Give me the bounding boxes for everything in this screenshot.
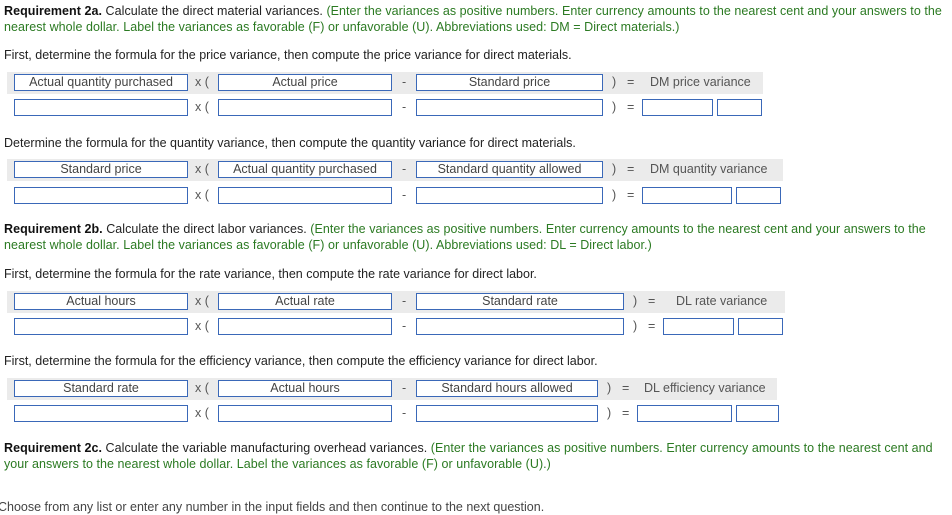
equals-sign: = bbox=[627, 100, 635, 114]
quantity-input-2[interactable] bbox=[218, 187, 392, 204]
minus-sign: - bbox=[402, 162, 407, 176]
times-open-paren: x ( bbox=[195, 162, 209, 176]
rate-variance-instruction: First, determine the formula for the rat… bbox=[4, 267, 537, 281]
times-open-paren: x ( bbox=[195, 75, 209, 89]
rate-input-2[interactable] bbox=[218, 318, 392, 335]
requirement-2a-text: Requirement 2a. Calculate the direct mat… bbox=[4, 3, 948, 35]
equals-sign: = bbox=[627, 75, 635, 89]
quantity-header-field-3[interactable]: Standard quantity allowed bbox=[416, 161, 603, 178]
dm-price-variance-label: DM price variance bbox=[650, 75, 751, 89]
dm-price-variance-amount-input[interactable] bbox=[642, 99, 713, 116]
efficiency-header-field-2[interactable]: Actual hours bbox=[218, 380, 392, 397]
price-variance-instruction: First, determine the formula for the pri… bbox=[4, 48, 572, 62]
dm-price-variance-fu-input[interactable] bbox=[717, 99, 762, 116]
close-paren: ) bbox=[612, 100, 617, 114]
requirement-2b-title: Requirement 2b. bbox=[4, 222, 103, 236]
equals-sign: = bbox=[648, 294, 656, 308]
dl-rate-variance-amount-input[interactable] bbox=[663, 318, 734, 335]
minus-sign: - bbox=[402, 75, 407, 89]
price-header-field-1[interactable]: Actual quantity purchased bbox=[14, 74, 188, 91]
dm-quantity-variance-label: DM quantity variance bbox=[650, 162, 768, 176]
times-open-paren: x ( bbox=[195, 100, 209, 114]
dm-quantity-variance-fu-input[interactable] bbox=[736, 187, 781, 204]
efficiency-variance-instruction: First, determine the formula for the eff… bbox=[4, 354, 598, 368]
close-paren: ) bbox=[633, 294, 638, 308]
equals-sign: = bbox=[627, 162, 635, 176]
efficiency-header-field-1[interactable]: Standard rate bbox=[14, 380, 188, 397]
close-paren: ) bbox=[607, 381, 612, 395]
minus-sign: - bbox=[402, 100, 407, 114]
requirement-2b-desc: Calculate the direct labor variances. bbox=[102, 222, 311, 236]
close-paren: ) bbox=[612, 75, 617, 89]
rate-input-1[interactable] bbox=[14, 318, 188, 335]
times-open-paren: x ( bbox=[195, 294, 209, 308]
minus-sign: - bbox=[402, 188, 407, 202]
quantity-input-1[interactable] bbox=[14, 187, 188, 204]
efficiency-input-1[interactable] bbox=[14, 405, 188, 422]
equals-sign: = bbox=[622, 381, 630, 395]
times-open-paren: x ( bbox=[195, 381, 209, 395]
requirement-2c-title: Requirement 2c. bbox=[4, 441, 103, 455]
requirement-2a-title: Requirement 2a. bbox=[4, 4, 103, 18]
rate-input-3[interactable] bbox=[416, 318, 624, 335]
equals-sign: = bbox=[627, 188, 635, 202]
price-input-3[interactable] bbox=[416, 99, 603, 116]
efficiency-input-2[interactable] bbox=[218, 405, 392, 422]
efficiency-input-3[interactable] bbox=[416, 405, 598, 422]
requirement-2c-desc: Calculate the variable manufacturing ove… bbox=[102, 441, 431, 455]
times-open-paren: x ( bbox=[195, 406, 209, 420]
times-open-paren: x ( bbox=[195, 319, 209, 333]
price-input-1[interactable] bbox=[14, 99, 188, 116]
minus-sign: - bbox=[402, 381, 407, 395]
times-open-paren: x ( bbox=[195, 188, 209, 202]
equals-sign: = bbox=[648, 319, 656, 333]
close-paren: ) bbox=[612, 162, 617, 176]
price-header-field-3[interactable]: Standard price bbox=[416, 74, 603, 91]
efficiency-header-field-3[interactable]: Standard hours allowed bbox=[416, 380, 598, 397]
quantity-header-field-1[interactable]: Standard price bbox=[14, 161, 188, 178]
quantity-input-3[interactable] bbox=[416, 187, 603, 204]
minus-sign: - bbox=[402, 319, 407, 333]
equals-sign: = bbox=[622, 406, 630, 420]
close-paren: ) bbox=[607, 406, 612, 420]
rate-header-field-3[interactable]: Standard rate bbox=[416, 293, 624, 310]
close-paren: ) bbox=[633, 319, 638, 333]
requirement-2a-desc: Calculate the direct material variances. bbox=[102, 4, 327, 18]
rate-header-field-1[interactable]: Actual hours bbox=[14, 293, 188, 310]
footer-instruction: Choose from any list or enter any number… bbox=[0, 500, 545, 514]
close-paren: ) bbox=[612, 188, 617, 202]
rate-header-field-2[interactable]: Actual rate bbox=[218, 293, 392, 310]
dm-quantity-variance-amount-input[interactable] bbox=[642, 187, 732, 204]
dl-efficiency-variance-fu-input[interactable] bbox=[736, 405, 779, 422]
price-header-field-2[interactable]: Actual price bbox=[218, 74, 392, 91]
minus-sign: - bbox=[402, 406, 407, 420]
quantity-variance-instruction: Determine the formula for the quantity v… bbox=[4, 136, 576, 150]
dl-rate-variance-label: DL rate variance bbox=[676, 294, 768, 308]
dl-rate-variance-fu-input[interactable] bbox=[738, 318, 783, 335]
minus-sign: - bbox=[402, 294, 407, 308]
price-input-2[interactable] bbox=[218, 99, 392, 116]
requirement-2c-text: Requirement 2c. Calculate the variable m… bbox=[4, 440, 948, 472]
quantity-header-field-2[interactable]: Actual quantity purchased bbox=[218, 161, 392, 178]
dl-efficiency-variance-label: DL efficiency variance bbox=[644, 381, 766, 395]
dl-efficiency-variance-amount-input[interactable] bbox=[637, 405, 732, 422]
requirement-2b-text: Requirement 2b. Calculate the direct lab… bbox=[4, 221, 948, 253]
